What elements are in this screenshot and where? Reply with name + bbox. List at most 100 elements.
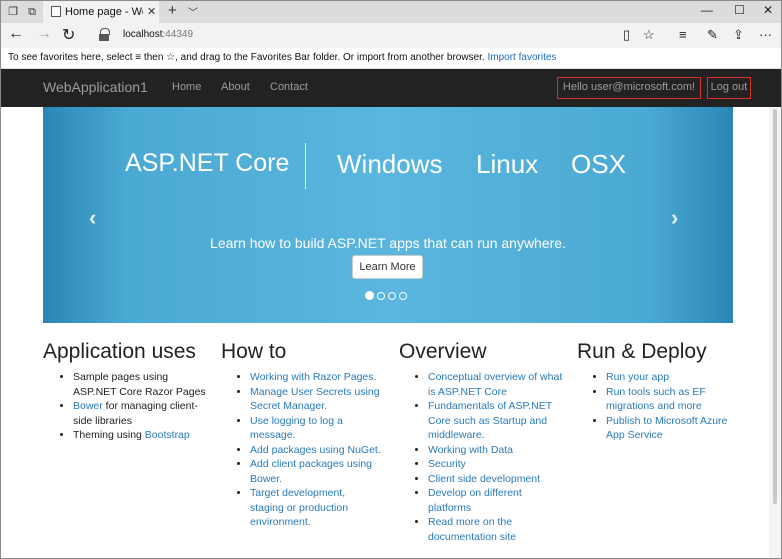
carousel-indicator[interactable] [365, 291, 374, 300]
favorites-bar: To see favorites here, select ≡ then ☆, … [1, 48, 781, 69]
column-how-to: How to Working with Razor Pages. Manage … [221, 339, 381, 530]
refresh-icon[interactable]: ↻ [62, 25, 75, 45]
howto-link[interactable]: Working with Razor Pages. [250, 371, 376, 383]
list-item: Working with Razor Pages. [250, 370, 381, 385]
forward-icon[interactable]: → [36, 25, 52, 43]
list-item: Security [428, 457, 564, 472]
column-application-uses: Application uses Sample pages using ASP.… [43, 339, 208, 443]
hub-icon[interactable]: ≡ [679, 27, 687, 42]
list-item: Conceptual overview of what is ASP.NET C… [428, 370, 564, 399]
minimize-icon[interactable]: — [701, 3, 713, 17]
back-icon[interactable]: ← [8, 25, 24, 43]
logout-button[interactable]: Log out [707, 77, 751, 99]
column-heading: Application uses [43, 340, 196, 363]
overview-link[interactable]: Develop on different platforms [428, 487, 522, 514]
hello-user-link[interactable]: Hello user@microsoft.com! [557, 77, 701, 99]
carousel-title-linux: Linux [476, 149, 539, 179]
url-field[interactable]: localhost:44349 [123, 29, 193, 40]
close-tab-icon[interactable]: ✕ [147, 5, 156, 18]
site-navbar: WebApplication1 Home About Contact Hello… [1, 69, 781, 107]
tab-title: Home page - WebAppli [65, 6, 143, 18]
close-window-icon[interactable]: ✕ [763, 3, 773, 17]
chevron-right-icon[interactable]: › [671, 205, 678, 231]
deploy-link[interactable]: Run your app [606, 371, 669, 383]
chevron-left-icon[interactable]: ‹ [89, 205, 96, 231]
scrollbar-thumb[interactable] [773, 109, 777, 504]
list-item: Bower for managing client-side libraries [73, 399, 208, 428]
deploy-link[interactable]: Run tools such as EF migrations and more [606, 386, 706, 413]
howto-link[interactable]: Use logging to log a message. [250, 415, 343, 442]
bower-link[interactable]: Bower [73, 400, 103, 412]
reading-view-icon[interactable]: ▯ [623, 27, 630, 43]
list-item: Fundamentals of ASP.NET Core such as Sta… [428, 399, 564, 443]
list-item: Add packages using NuGet. [250, 443, 381, 458]
column-heading: Run & Deploy [577, 340, 707, 363]
list-item: Run tools such as EF migrations and more [606, 385, 737, 414]
carousel-caption: Learn how to build ASP.NET apps that can… [210, 235, 566, 251]
nav-about[interactable]: About [221, 81, 250, 93]
list-item: Develop on different platforms [428, 486, 564, 515]
hero-carousel: ASP.NET Core Windows Linux OSX ‹ › Learn… [43, 107, 733, 323]
favorites-hint: To see favorites here, select ≡ then ☆, … [8, 52, 557, 63]
brand-link[interactable]: WebApplication1 [43, 79, 148, 95]
howto-link[interactable]: Add packages using NuGet. [250, 444, 381, 456]
carousel-indicator[interactable] [377, 292, 385, 300]
learn-more-button[interactable]: Learn More [352, 255, 423, 279]
import-favorites-link[interactable]: Import favorites [488, 52, 557, 63]
column-run-deploy: Run & Deploy Run your app Run tools such… [577, 339, 737, 443]
overview-link[interactable]: Working with Data [428, 444, 513, 456]
favorites-hub-icon: ≡ [135, 52, 142, 63]
list-item: Read more on the documentation site [428, 515, 564, 544]
overview-list: Conceptual overview of what is ASP.NET C… [399, 370, 564, 544]
list-item: Publish to Microsoft Azure App Service [606, 414, 737, 443]
list-item: Run your app [606, 370, 737, 385]
browser-window: ❐ ⧉ Home page - WebAppli ✕ + ﹀ — ☐ ✕ ← →… [0, 0, 782, 559]
carousel-indicators [365, 289, 410, 303]
tab-preview-icon[interactable]: ⧉ [24, 4, 40, 20]
overview-link[interactable]: Security [428, 458, 466, 470]
list-item: Sample pages using ASP.NET Core Razor Pa… [73, 370, 208, 399]
tab-set-aside-icon[interactable]: ❐ [5, 4, 21, 20]
overview-link[interactable]: Conceptual overview of what is ASP.NET C… [428, 371, 562, 398]
nav-contact[interactable]: Contact [270, 81, 308, 93]
overview-link[interactable]: Read more on the documentation site [428, 516, 516, 543]
new-tab-icon[interactable]: + [168, 2, 177, 19]
howto-link[interactable]: Add client packages using Bower. [250, 458, 372, 485]
column-overview: Overview Conceptual overview of what is … [399, 339, 564, 544]
list-item: Working with Data [428, 443, 564, 458]
maximize-icon[interactable]: ☐ [734, 3, 745, 17]
run-deploy-list: Run your app Run tools such as EF migrat… [577, 370, 737, 443]
list-item: Use logging to log a message. [250, 414, 381, 443]
overview-link[interactable]: Fundamentals of ASP.NET Core such as Sta… [428, 400, 552, 441]
list-item: Theming using Bootstrap [73, 428, 208, 443]
chevron-down-icon[interactable]: ﹀ [188, 4, 198, 19]
carousel-indicator[interactable] [388, 292, 396, 300]
overview-link[interactable]: Client side development [428, 473, 540, 485]
how-to-list: Working with Razor Pages. Manage User Se… [221, 370, 381, 530]
page-scrollbar[interactable] [769, 107, 781, 558]
howto-link[interactable]: Manage User Secrets using Secret Manager… [250, 386, 380, 413]
tab-strip: ❐ ⧉ Home page - WebAppli ✕ + ﹀ — ☐ ✕ [1, 1, 781, 23]
more-icon[interactable]: ··· [759, 27, 772, 42]
carousel-title-osx: OSX [571, 149, 626, 179]
carousel-divider [305, 143, 306, 189]
column-heading: How to [221, 340, 287, 363]
carousel-indicator[interactable] [399, 292, 407, 300]
address-bar: ← → ↻ localhost:44349 ▯ ☆ ≡ ✎ ⇪ ··· [1, 23, 781, 48]
bootstrap-link[interactable]: Bootstrap [145, 429, 190, 441]
web-note-icon[interactable]: ✎ [707, 27, 718, 43]
lock-icon [99, 28, 110, 41]
list-item: Target development, staging or productio… [250, 486, 381, 530]
list-item: Client side development [428, 472, 564, 487]
favorite-star-icon[interactable]: ☆ [643, 27, 655, 43]
page-icon [51, 6, 61, 17]
column-heading: Overview [399, 340, 487, 363]
howto-link[interactable]: Target development, staging or productio… [250, 487, 348, 528]
nav-home[interactable]: Home [172, 81, 201, 93]
deploy-link[interactable]: Publish to Microsoft Azure App Service [606, 415, 727, 442]
carousel-title-windows: Windows [337, 149, 443, 179]
tab-home-page[interactable]: Home page - WebAppli ✕ [43, 1, 159, 23]
share-icon[interactable]: ⇪ [733, 27, 744, 43]
list-item: Manage User Secrets using Secret Manager… [250, 385, 381, 414]
list-item: Add client packages using Bower. [250, 457, 381, 486]
